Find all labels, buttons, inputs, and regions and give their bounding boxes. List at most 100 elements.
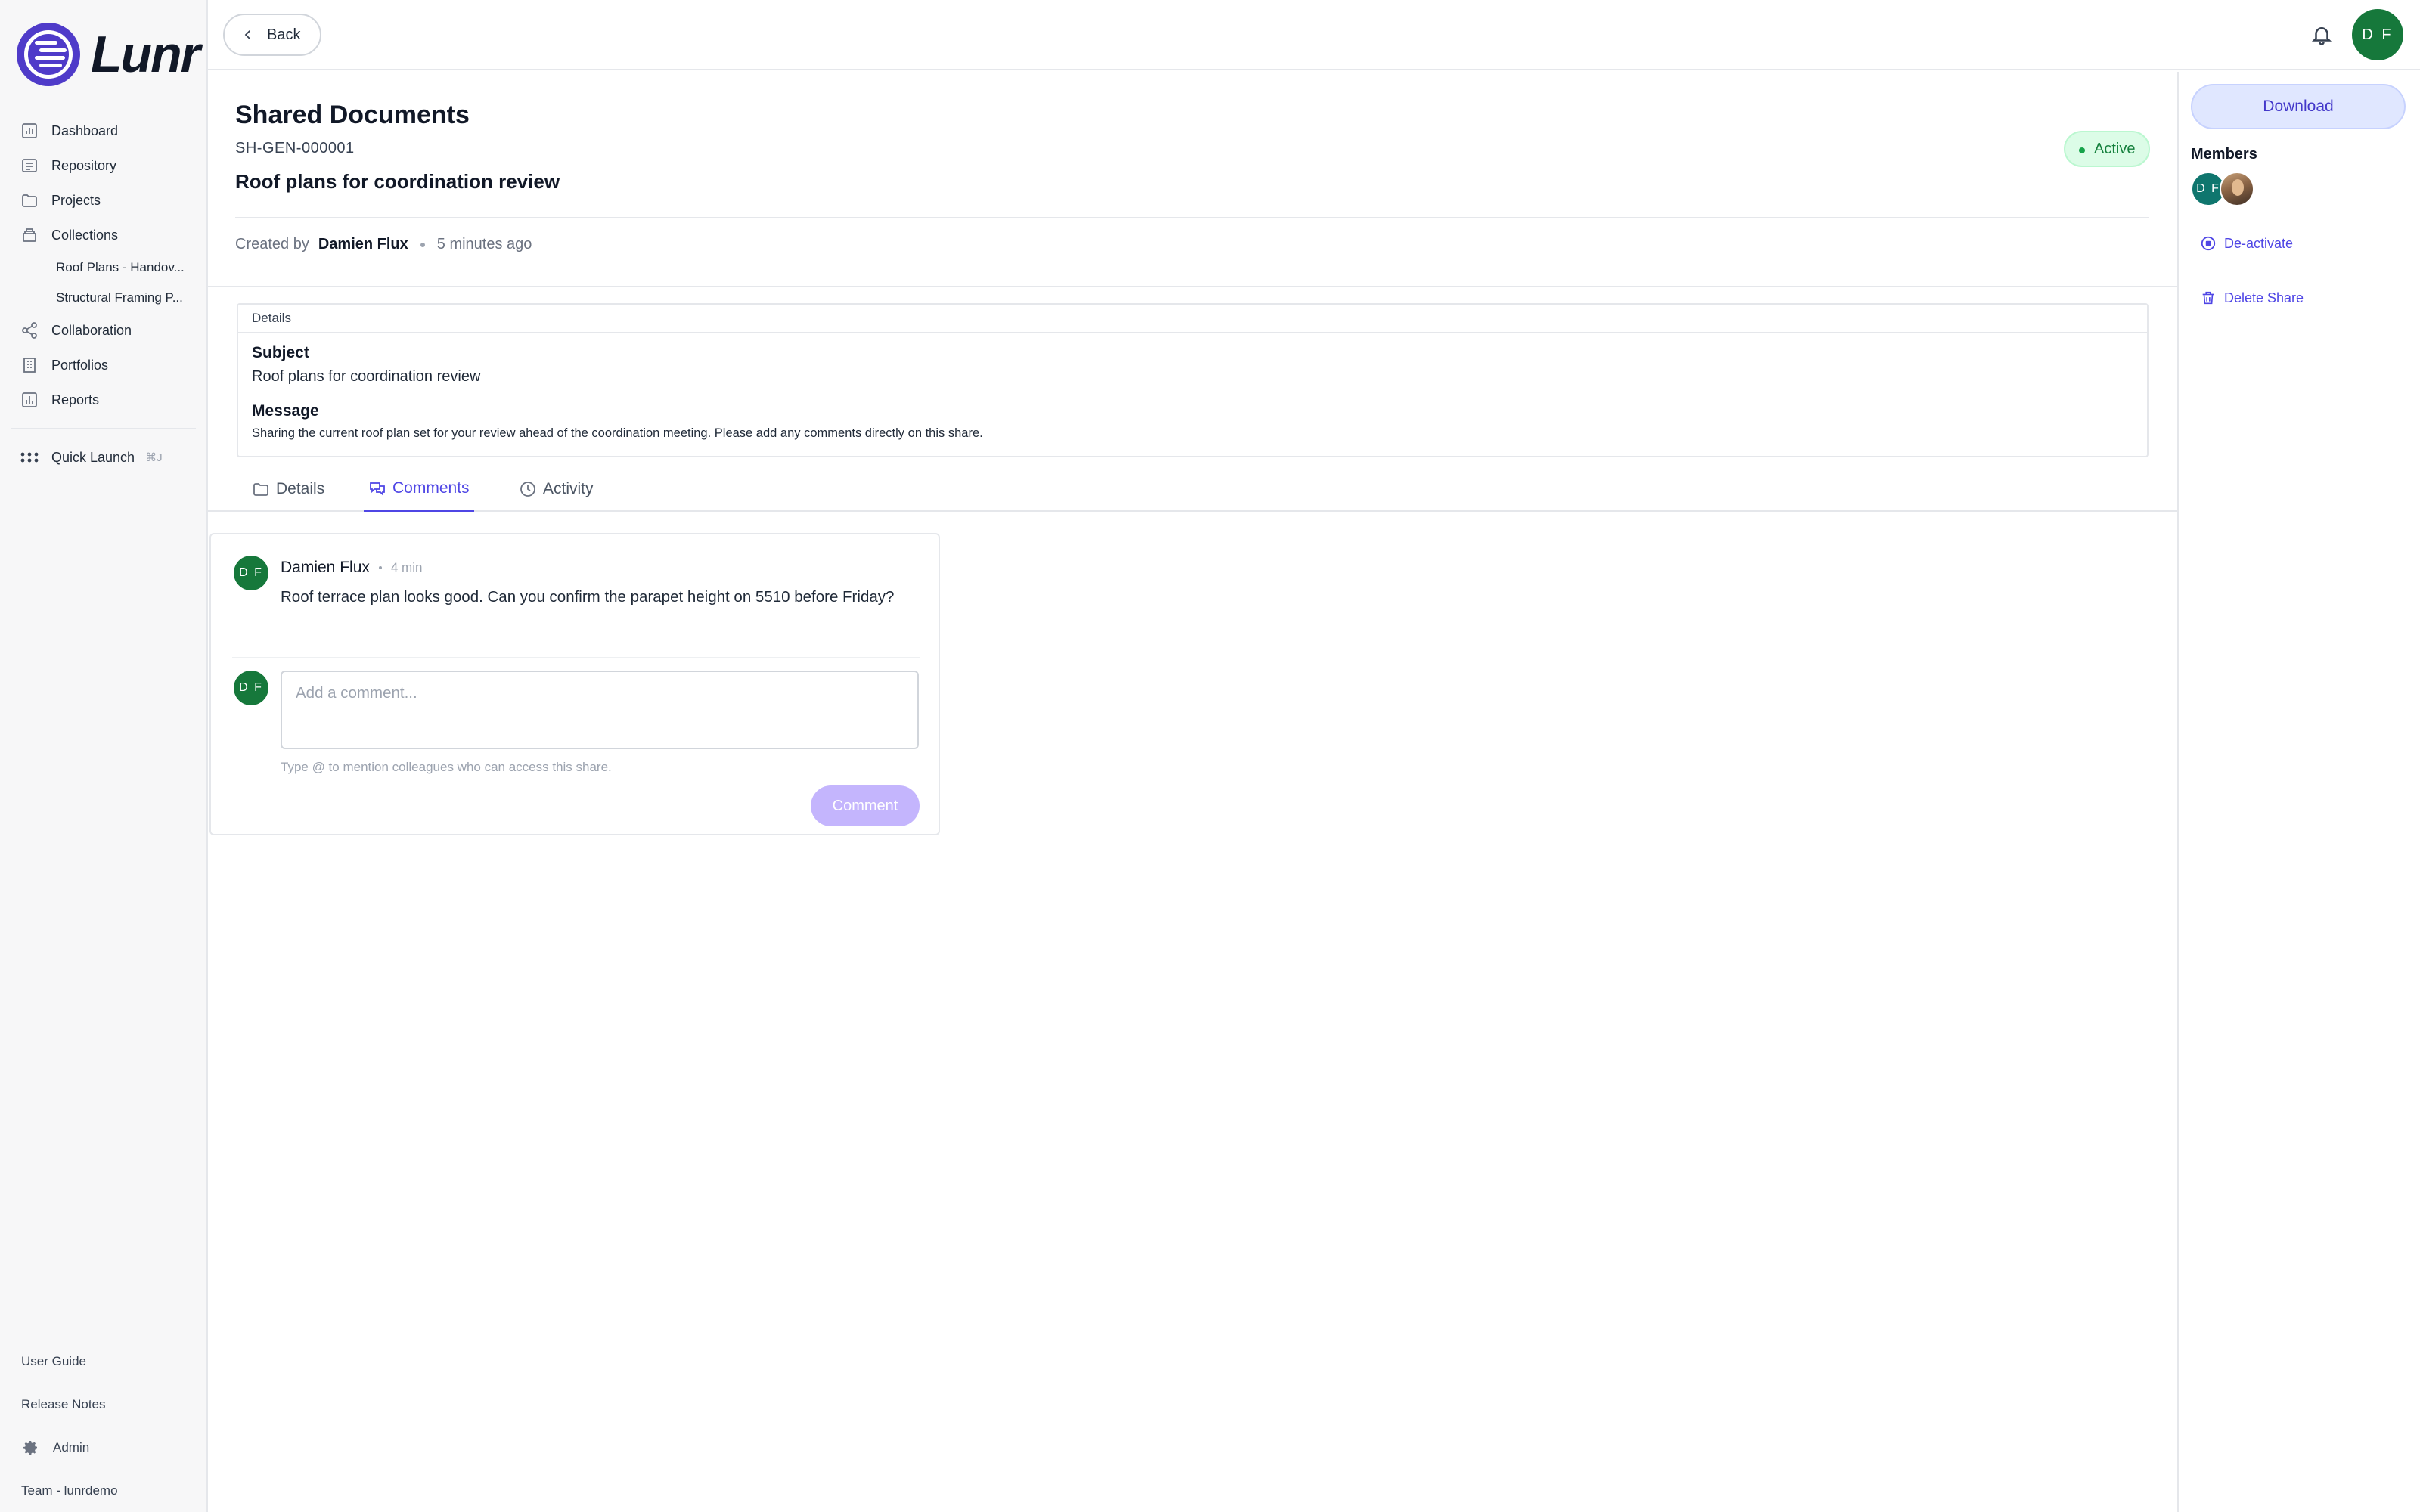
tab-label: Details bbox=[276, 480, 325, 497]
delete-share-label: Delete Share bbox=[2224, 290, 2304, 305]
tab-comments[interactable]: Comments bbox=[364, 466, 474, 512]
admin-label: Admin bbox=[53, 1439, 90, 1455]
tab-bar: Details Comments Activity bbox=[208, 466, 2177, 512]
composer-avatar: D F bbox=[234, 671, 268, 705]
share-actions-panel: Download Members D F De-activate Delete … bbox=[2177, 72, 2420, 1512]
top-bar: Back D F bbox=[208, 0, 2420, 70]
comment-input[interactable] bbox=[281, 671, 919, 749]
report-icon bbox=[20, 390, 39, 410]
divider bbox=[235, 217, 2149, 218]
download-button[interactable]: Download bbox=[2191, 84, 2406, 129]
status-label: Active bbox=[2094, 140, 2136, 157]
created-meta: Created by Damien Flux 5 minutes ago bbox=[235, 236, 532, 253]
deactivate-button[interactable]: De-activate bbox=[2200, 235, 2293, 252]
sidebar-item-label: Reports bbox=[51, 392, 100, 407]
collection-item[interactable]: Roof Plans - Handov... bbox=[0, 253, 206, 283]
details-header: Details bbox=[238, 305, 2147, 333]
status-dot-icon bbox=[2079, 147, 2085, 153]
comment-button[interactable]: Comment bbox=[811, 785, 920, 826]
comment-avatar: D F bbox=[234, 556, 268, 590]
sidebar-item-collaboration[interactable]: Collaboration bbox=[0, 313, 206, 348]
brand-name: Lunr bbox=[91, 26, 200, 83]
admin-link[interactable]: Admin bbox=[0, 1426, 206, 1469]
sidebar: Lunr Dashboard Repository Projects Colle… bbox=[0, 0, 208, 1512]
bell-icon bbox=[2311, 27, 2332, 45]
sidebar-item-portfolios[interactable]: Portfolios bbox=[0, 348, 206, 383]
subject-label: Subject bbox=[252, 344, 309, 361]
comments-panel: D F Damien Flux 4 min Roof terrace plan … bbox=[209, 533, 940, 835]
folder-icon bbox=[253, 483, 268, 496]
sidebar-item-label: Portfolios bbox=[51, 357, 109, 373]
back-label: Back bbox=[267, 26, 301, 43]
chart-icon bbox=[20, 121, 39, 141]
sidebar-item-repository[interactable]: Repository bbox=[0, 148, 206, 183]
members-list: D F bbox=[2191, 172, 2254, 206]
collection-item-label: Structural Framing P... bbox=[56, 290, 183, 305]
comments-icon bbox=[370, 482, 385, 496]
status-badge: Active bbox=[2064, 131, 2151, 167]
separator-dot-icon bbox=[378, 566, 382, 569]
user-guide-link[interactable]: User Guide bbox=[0, 1340, 206, 1383]
folder-icon bbox=[20, 191, 39, 210]
created-by-label: Created by bbox=[235, 236, 309, 253]
share-code: SH-GEN-000001 bbox=[235, 140, 355, 156]
members-label: Members bbox=[2191, 146, 2257, 163]
divider bbox=[208, 286, 2177, 287]
sidebar-item-label: Collections bbox=[51, 227, 119, 243]
tab-label: Comments bbox=[392, 479, 470, 497]
message-label: Message bbox=[252, 402, 319, 420]
comment-author: Damien Flux bbox=[281, 559, 370, 576]
lunr-logo-icon bbox=[17, 23, 80, 86]
quick-launch-label: Quick Launch bbox=[51, 449, 135, 465]
comment-hint: Type @ to mention colleagues who can acc… bbox=[281, 760, 612, 774]
sidebar-nav: Dashboard Repository Projects Collection… bbox=[0, 113, 206, 475]
sidebar-item-projects[interactable]: Projects bbox=[0, 183, 206, 218]
sidebar-item-label: Dashboard bbox=[51, 122, 119, 138]
grid-dots-icon bbox=[20, 452, 39, 463]
sidebar-item-label: Repository bbox=[51, 157, 117, 173]
brand-logo[interactable]: Lunr bbox=[17, 23, 200, 86]
team-switcher[interactable]: Team - lunrdemo bbox=[0, 1469, 206, 1512]
message-value: Sharing the current roof plan set for yo… bbox=[252, 426, 983, 440]
sidebar-footer: User Guide Release Notes Admin Team - lu… bbox=[0, 1340, 206, 1512]
share-icon bbox=[20, 321, 39, 340]
details-panel: Details Subject Roof plans for coordinat… bbox=[237, 303, 2149, 457]
sidebar-item-label: Collaboration bbox=[51, 322, 132, 338]
trash-icon bbox=[2202, 291, 2214, 305]
tab-activity[interactable]: Activity bbox=[514, 466, 598, 512]
member-photo-avatar[interactable] bbox=[2220, 172, 2254, 206]
back-button[interactable]: Back bbox=[223, 14, 322, 56]
separator-dot-icon bbox=[420, 242, 425, 247]
sidebar-divider bbox=[11, 428, 196, 429]
gear-icon bbox=[21, 1439, 41, 1457]
sidebar-item-label: Projects bbox=[51, 192, 101, 208]
page-title: Shared Documents bbox=[235, 101, 470, 129]
deactivate-label: De-activate bbox=[2224, 235, 2294, 251]
stop-circle-icon bbox=[2201, 236, 2216, 251]
divider bbox=[232, 657, 920, 658]
notifications-button[interactable] bbox=[2307, 18, 2337, 51]
collection-item-label: Roof Plans - Handov... bbox=[56, 260, 185, 274]
sidebar-item-reports[interactable]: Reports bbox=[0, 383, 206, 417]
user-avatar[interactable]: D F bbox=[2352, 9, 2403, 60]
created-by-name[interactable]: Damien Flux bbox=[318, 236, 408, 253]
created-time: 5 minutes ago bbox=[436, 236, 532, 253]
delete-share-button[interactable]: Delete Share bbox=[2200, 290, 2304, 306]
collection-item[interactable]: Structural Framing P... bbox=[0, 283, 206, 313]
share-subject: Roof plans for coordination review bbox=[235, 170, 560, 193]
tab-label: Activity bbox=[543, 480, 594, 497]
comment-text: Roof terrace plan looks good. Can you co… bbox=[281, 588, 895, 606]
repository-icon bbox=[20, 156, 39, 175]
chevron-left-icon bbox=[244, 30, 250, 39]
comment-time: 4 min bbox=[390, 560, 423, 575]
building-icon bbox=[20, 355, 39, 375]
tab-details[interactable]: Details bbox=[247, 466, 329, 512]
collection-icon bbox=[20, 225, 39, 245]
quick-launch-button[interactable]: Quick Launch ⌘J bbox=[0, 440, 206, 475]
sidebar-item-dashboard[interactable]: Dashboard bbox=[0, 113, 206, 148]
release-notes-link[interactable]: Release Notes bbox=[0, 1383, 206, 1426]
share-detail: Shared Documents SH-GEN-000001 Roof plan… bbox=[208, 72, 2177, 1512]
quick-launch-shortcut: ⌘J bbox=[145, 451, 163, 464]
subject-value: Roof plans for coordination review bbox=[252, 368, 481, 385]
sidebar-item-collections[interactable]: Collections bbox=[0, 218, 206, 253]
